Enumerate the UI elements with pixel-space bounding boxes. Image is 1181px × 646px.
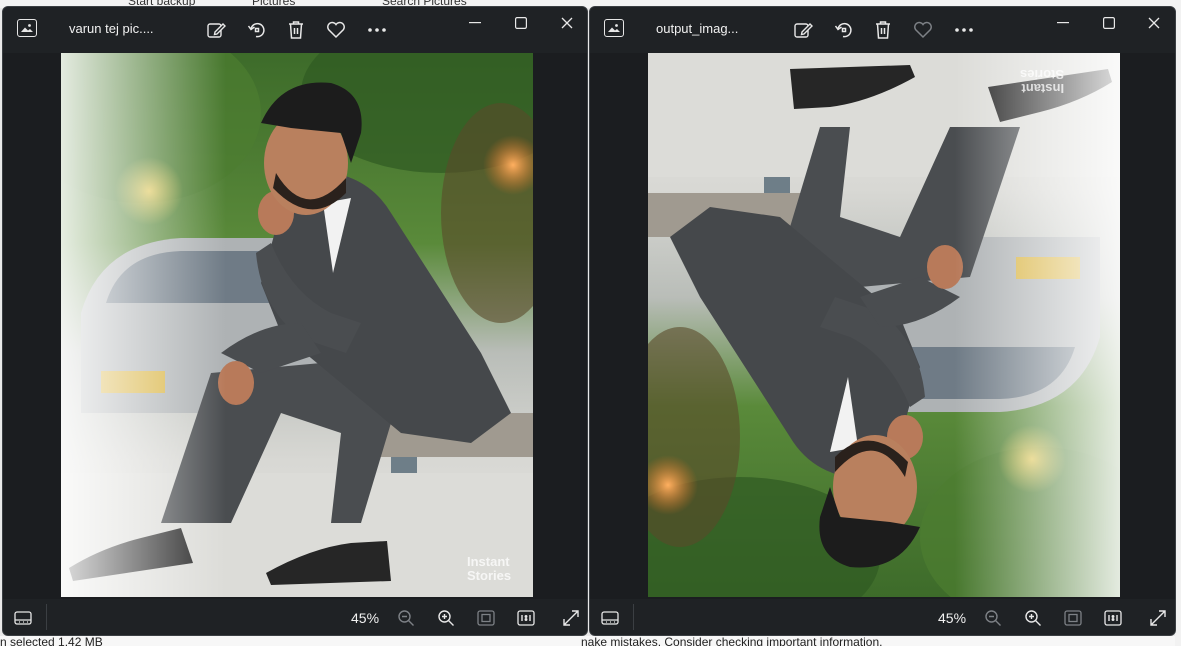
rotate-icon bbox=[247, 22, 265, 38]
close-icon bbox=[1148, 17, 1160, 29]
photos-app-icon bbox=[604, 19, 624, 37]
fullscreen-button[interactable] bbox=[1145, 605, 1171, 631]
window-title: output_imag... bbox=[656, 21, 739, 36]
bg-disclaimer: nake mistakes. Consider checking importa… bbox=[581, 636, 883, 646]
actual-size-button[interactable] bbox=[1100, 605, 1126, 631]
rotate-icon bbox=[834, 22, 852, 38]
zoom-level: 45% bbox=[351, 610, 380, 626]
zoom-out-button[interactable] bbox=[393, 605, 419, 631]
fullscreen-icon bbox=[1150, 610, 1166, 626]
bottom-bar: 45% bbox=[590, 599, 1175, 635]
close-button[interactable] bbox=[552, 11, 582, 35]
fullscreen-button[interactable] bbox=[558, 605, 584, 631]
zoom-in-icon bbox=[1025, 610, 1041, 626]
rotate-button[interactable] bbox=[831, 17, 857, 43]
fit-window-icon bbox=[477, 610, 495, 626]
photo-image-rotated[interactable]: Instant Stories bbox=[648, 53, 1120, 597]
delete-icon bbox=[289, 21, 303, 39]
edit-button[interactable] bbox=[790, 17, 816, 43]
fullscreen-icon bbox=[563, 610, 579, 626]
zoom-in-button[interactable] bbox=[1020, 605, 1046, 631]
fit-window-icon bbox=[1064, 610, 1082, 626]
more-icon bbox=[955, 28, 973, 32]
close-button[interactable] bbox=[1139, 11, 1169, 35]
actual-size-icon bbox=[1104, 610, 1122, 626]
watermark-line-1: Instant bbox=[1021, 81, 1065, 96]
divider bbox=[46, 604, 47, 630]
filmstrip-icon bbox=[14, 611, 32, 625]
favorite-icon bbox=[914, 21, 932, 39]
more-options-button[interactable] bbox=[364, 17, 390, 43]
zoom-out-icon bbox=[985, 610, 1001, 626]
bottom-bar: 45% bbox=[3, 599, 587, 635]
zoom-level: 45% bbox=[938, 610, 967, 626]
zoom-out-button[interactable] bbox=[980, 605, 1006, 631]
edit-icon bbox=[207, 23, 226, 38]
minimize-button[interactable] bbox=[1048, 11, 1078, 35]
close-icon bbox=[561, 17, 573, 29]
watermark-line-2: Stories bbox=[1020, 67, 1065, 82]
image-canvas[interactable]: Instant Stories bbox=[3, 53, 587, 601]
title-bar[interactable]: varun tej pic.... bbox=[3, 7, 587, 53]
minimize-icon bbox=[469, 22, 481, 24]
delete-button[interactable] bbox=[870, 17, 896, 43]
window-title: varun tej pic.... bbox=[69, 21, 154, 36]
image-canvas[interactable]: Instant Stories bbox=[590, 53, 1175, 601]
maximize-button[interactable] bbox=[1094, 11, 1124, 35]
maximize-button[interactable] bbox=[506, 11, 536, 35]
watermark: Instant Stories bbox=[1020, 67, 1065, 96]
filmstrip-icon bbox=[601, 611, 619, 625]
divider bbox=[633, 604, 634, 630]
more-icon bbox=[368, 28, 386, 32]
title-bar[interactable]: output_imag... bbox=[590, 7, 1175, 53]
photos-app-icon bbox=[17, 19, 37, 37]
rotate-button[interactable] bbox=[244, 17, 270, 43]
fit-window-button[interactable] bbox=[1060, 605, 1086, 631]
edit-button[interactable] bbox=[203, 17, 229, 43]
photo-image[interactable]: Instant Stories bbox=[61, 53, 533, 597]
edit-icon bbox=[794, 23, 813, 38]
zoom-in-icon bbox=[438, 610, 454, 626]
background-status-strip: n selected 1.42 MB nake mistakes. Consid… bbox=[0, 636, 1181, 646]
delete-icon bbox=[876, 21, 890, 39]
photo-viewer-window-output[interactable]: output_imag... Instant Stories 45% bbox=[589, 6, 1176, 636]
fit-window-button[interactable] bbox=[473, 605, 499, 631]
filmstrip-button[interactable] bbox=[597, 605, 623, 631]
watermark: Instant Stories bbox=[467, 555, 511, 583]
favorite-icon bbox=[327, 21, 345, 39]
zoom-out-icon bbox=[398, 610, 414, 626]
filmstrip-button[interactable] bbox=[10, 605, 36, 631]
more-options-button[interactable] bbox=[951, 17, 977, 43]
watermark-line-1: Instant bbox=[467, 554, 510, 569]
watermark-line-2: Stories bbox=[467, 568, 512, 583]
bg-selection-status: n selected 1.42 MB bbox=[0, 636, 103, 646]
photo-viewer-window-original[interactable]: varun tej pic.... Instant Stories 45% bbox=[2, 6, 588, 636]
maximize-icon bbox=[1103, 17, 1115, 29]
actual-size-button[interactable] bbox=[513, 605, 539, 631]
minimize-icon bbox=[1057, 22, 1069, 24]
delete-button[interactable] bbox=[283, 17, 309, 43]
actual-size-icon bbox=[517, 610, 535, 626]
favorite-button[interactable] bbox=[910, 17, 936, 43]
zoom-in-button[interactable] bbox=[433, 605, 459, 631]
maximize-icon bbox=[515, 17, 527, 29]
minimize-button[interactable] bbox=[460, 11, 490, 35]
favorite-button[interactable] bbox=[323, 17, 349, 43]
